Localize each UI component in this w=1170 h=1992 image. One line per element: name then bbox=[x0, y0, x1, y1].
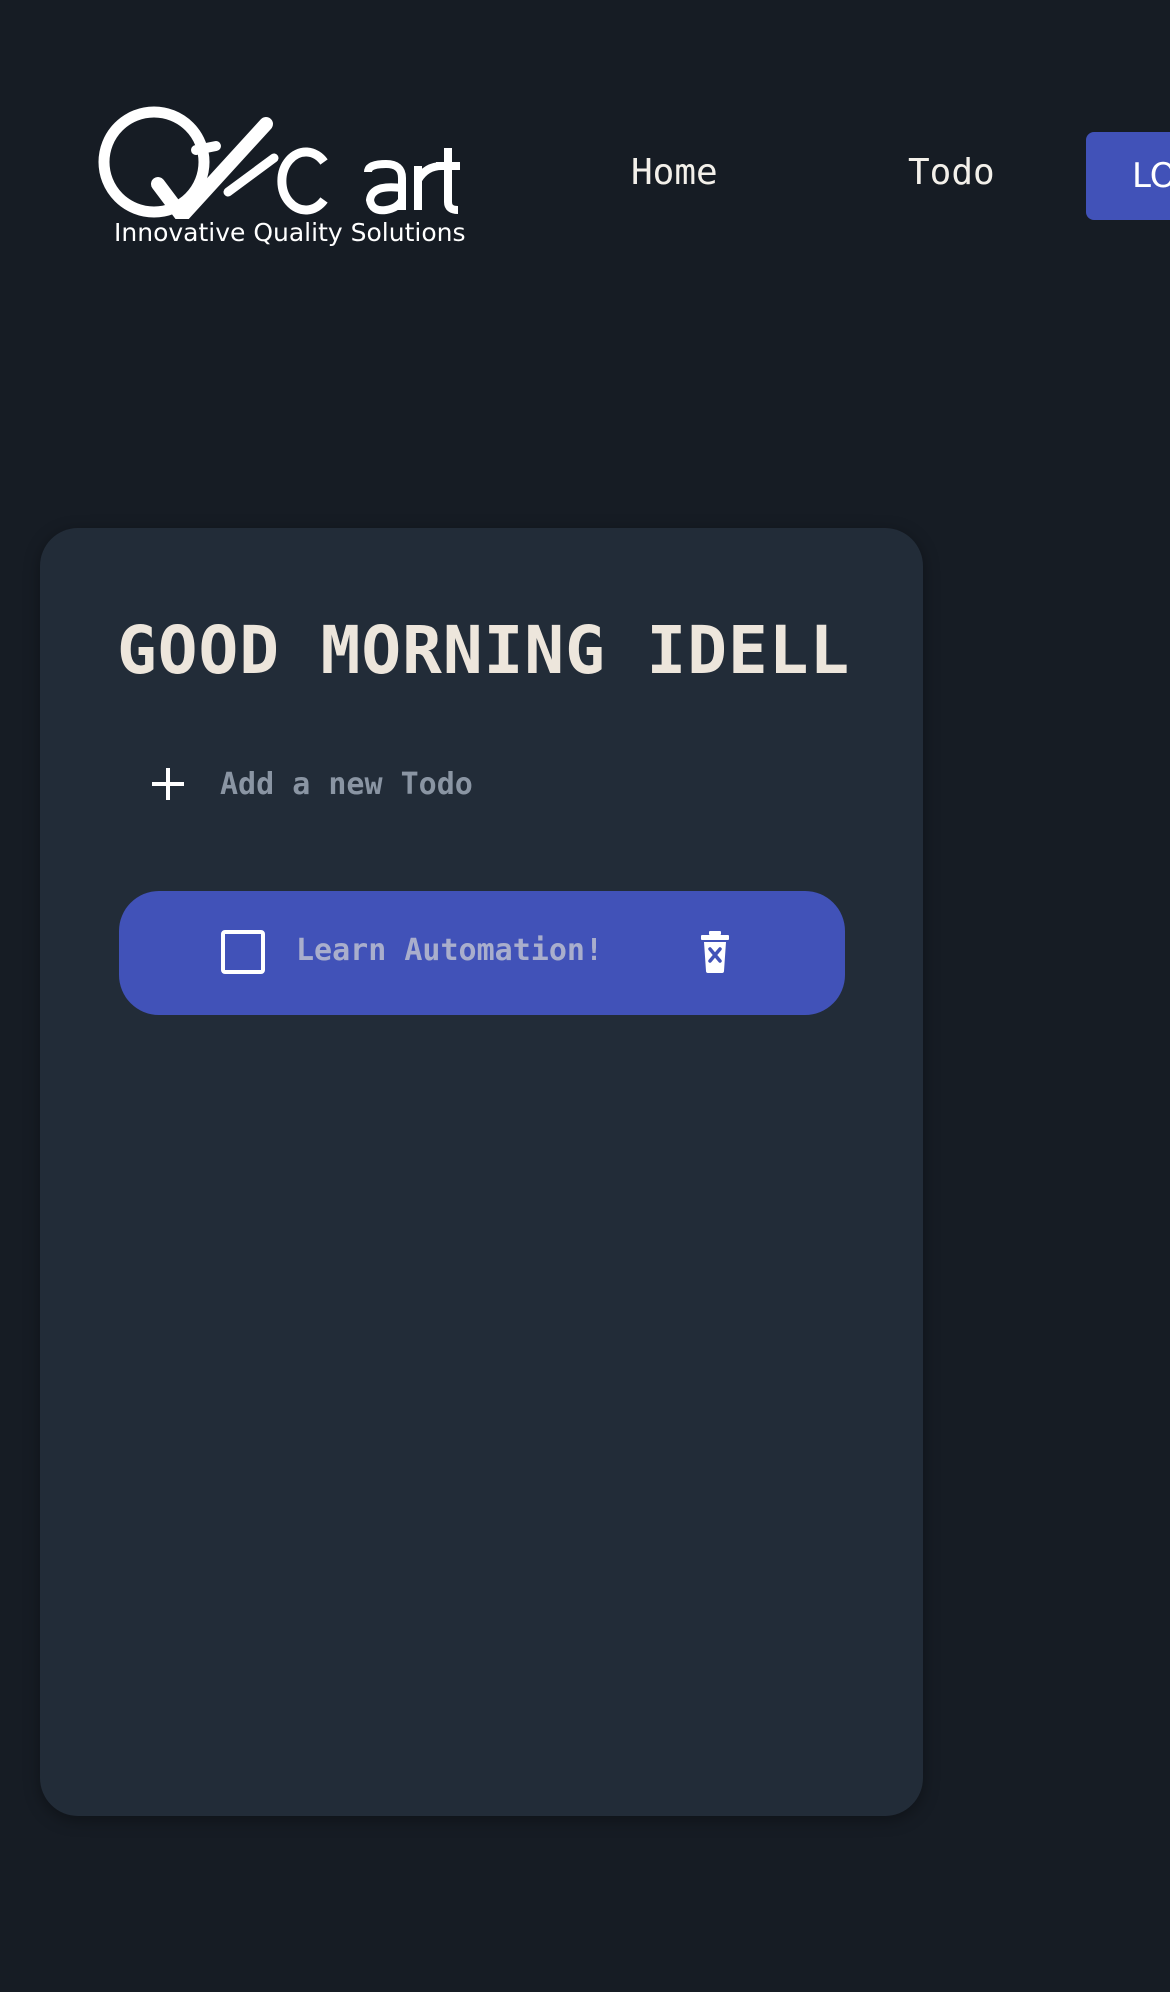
plus-icon[interactable] bbox=[152, 768, 184, 800]
logo-tagline: Innovative Quality Solutions bbox=[114, 218, 466, 247]
nav-home-link[interactable]: Home bbox=[631, 152, 718, 193]
add-todo-row bbox=[152, 752, 812, 816]
nav-todo-link[interactable]: Todo bbox=[908, 152, 995, 193]
todo-complete-checkbox[interactable] bbox=[221, 930, 265, 974]
qacart-logo[interactable]: Innovative Quality Solutions bbox=[96, 104, 466, 254]
logout-button[interactable]: LOGOUT bbox=[1086, 132, 1170, 220]
todo-item-text: Learn Automation! bbox=[296, 933, 604, 968]
greeting-heading: GOOD MORNING IDELL bbox=[117, 612, 851, 689]
page: Innovative Quality Solutions Home Todo L… bbox=[0, 0, 1170, 1992]
todo-item: Learn Automation! bbox=[119, 891, 845, 1015]
logo-mark bbox=[98, 106, 460, 219]
trash-icon[interactable] bbox=[699, 931, 731, 973]
todo-card: GOOD MORNING IDELL Learn Automation! bbox=[40, 528, 923, 1816]
new-todo-input[interactable] bbox=[220, 766, 812, 802]
